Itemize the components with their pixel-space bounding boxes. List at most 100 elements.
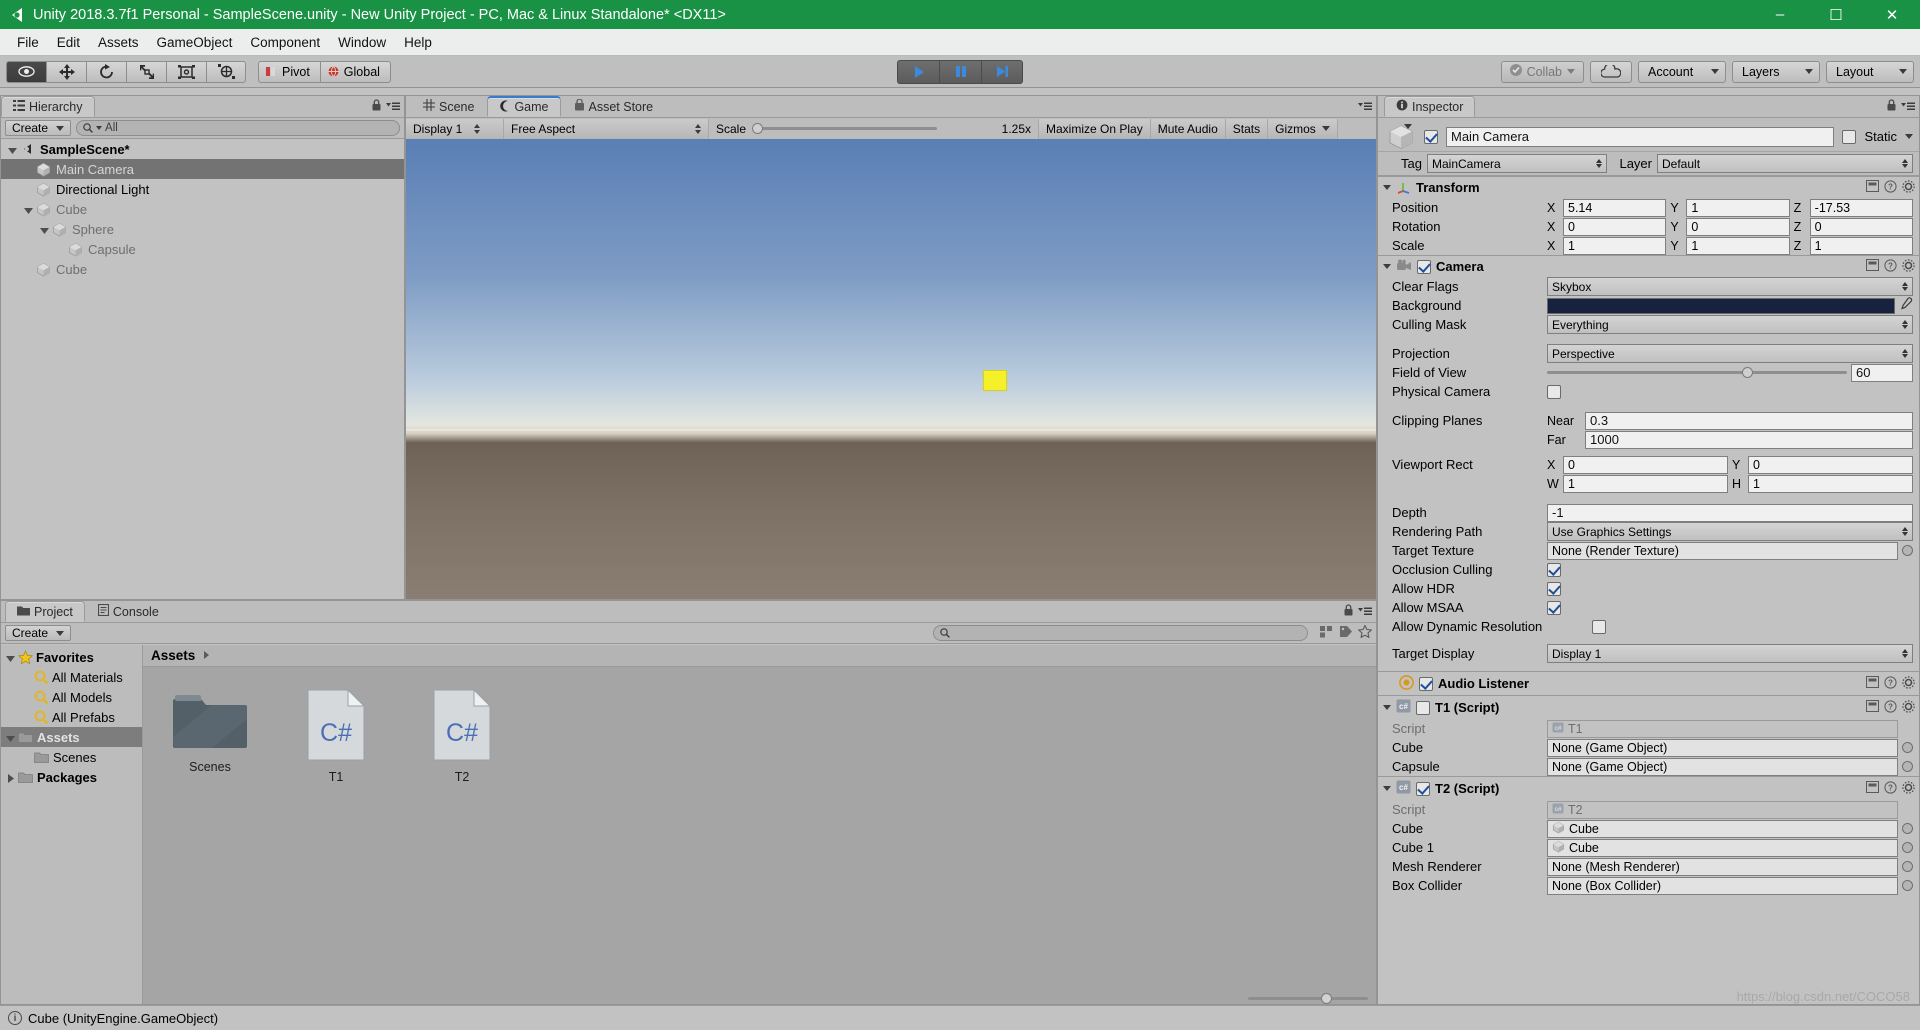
object-picker-icon[interactable] (1902, 861, 1913, 872)
hierarchy-item[interactable]: Directional Light (1, 179, 404, 199)
lock-icon[interactable] (1886, 99, 1897, 114)
axis-x-value[interactable]: 5.14 (1563, 198, 1667, 217)
camera-enabled-checkbox[interactable] (1417, 259, 1431, 274)
prop-target-texture[interactable]: Target Texture None (Render Texture) (1378, 541, 1919, 560)
scale-tool-button[interactable] (126, 60, 166, 83)
thumbnail-zoom-knob[interactable] (1321, 993, 1332, 1004)
panel-menu-icon[interactable] (1358, 604, 1372, 619)
preset-icon[interactable] (1866, 676, 1879, 691)
script-reference-field[interactable]: c# T1 (1547, 719, 1898, 738)
transform-row[interactable]: Scale X 1 Y 1 Z 1 (1378, 236, 1919, 255)
hierarchy-item[interactable]: Main Camera (1, 159, 404, 179)
foldout-icon[interactable] (5, 772, 16, 783)
pause-button[interactable] (939, 59, 981, 84)
prop-allow-dynamic-resolution[interactable]: Allow Dynamic Resolution (1378, 617, 1919, 636)
tab-scene[interactable]: Scene (412, 96, 485, 117)
foldout-icon[interactable] (23, 204, 34, 215)
t2-enabled-checkbox[interactable] (1416, 781, 1430, 796)
projection-dropdown[interactable]: Perspective (1547, 344, 1913, 363)
target-texture-value[interactable]: None (Render Texture) (1547, 541, 1898, 560)
hierarchy-item[interactable]: Sphere (1, 219, 404, 239)
scale-slider-group[interactable]: Scale 1.25x (709, 118, 1039, 139)
axis-x-value[interactable]: 1 (1563, 236, 1667, 255)
layout-dropdown[interactable]: Layout (1826, 60, 1914, 83)
aspect-dropdown[interactable]: Free Aspect (504, 118, 709, 139)
prop-clipping-far[interactable]: Far 1000 (1378, 430, 1919, 449)
project-tree-item[interactable]: Assets (1, 727, 142, 747)
project-tree-item[interactable]: All Materials (1, 667, 142, 687)
object-reference-field[interactable]: None (Game Object) (1547, 738, 1898, 757)
static-checkbox[interactable] (1842, 129, 1857, 144)
transform-header[interactable]: Transform ? (1378, 177, 1919, 198)
tab-inspector[interactable]: Inspector (1384, 96, 1476, 117)
script-field-row[interactable]: Capsule None (Game Object) (1378, 757, 1919, 776)
project-tree-item[interactable]: Packages (1, 767, 142, 787)
culling-mask-dropdown[interactable]: Everything (1547, 315, 1913, 334)
preset-icon[interactable] (1866, 781, 1879, 796)
favorite-star-icon[interactable] (1357, 624, 1373, 641)
occlusion-culling-checkbox[interactable] (1547, 562, 1561, 577)
rotate-tool-button[interactable] (86, 60, 126, 83)
script-field-row[interactable]: Script c# T2 (1378, 800, 1919, 819)
prop-allow-msaa[interactable]: Allow MSAA (1378, 598, 1919, 617)
object-picker-icon[interactable] (1902, 742, 1913, 753)
thumbnail-zoom-slider[interactable] (1248, 993, 1368, 1004)
layers-dropdown[interactable]: Layers (1732, 60, 1820, 83)
background-color-swatch[interactable] (1547, 297, 1895, 314)
help-icon[interactable]: ? (1884, 675, 1897, 692)
axis-x-value[interactable]: 0 (1563, 217, 1667, 236)
audio-listener-header[interactable]: Audio Listener ? (1378, 672, 1919, 695)
transform-tool-button[interactable] (206, 60, 246, 83)
object-reference-field[interactable]: Cube (1547, 838, 1898, 857)
object-reference-field[interactable]: None (Game Object) (1547, 757, 1898, 776)
help-icon[interactable]: ? (1884, 179, 1897, 196)
account-dropdown[interactable]: Account (1638, 60, 1726, 83)
prop-background[interactable]: Background (1378, 296, 1919, 315)
hand-tool-button[interactable] (6, 60, 46, 83)
preset-icon[interactable] (1866, 180, 1879, 195)
gear-icon[interactable] (1902, 258, 1915, 275)
gear-icon[interactable] (1902, 675, 1915, 692)
script-field-row[interactable]: Box Collider None (Box Collider) (1378, 876, 1919, 895)
axis-y-value[interactable]: 1 (1686, 236, 1790, 255)
viewport-w-value[interactable]: 1 (1563, 474, 1728, 493)
menu-file[interactable]: File (8, 32, 48, 53)
allow-msaa-checkbox[interactable] (1547, 600, 1561, 615)
step-button[interactable] (981, 59, 1023, 84)
scale-slider-knob[interactable] (752, 123, 764, 134)
fov-slider-knob[interactable] (1742, 367, 1753, 378)
project-create-button[interactable]: Create (5, 625, 72, 641)
minimize-button[interactable]: – (1752, 0, 1808, 29)
lock-icon[interactable] (371, 99, 382, 114)
axis-y-value[interactable]: 0 (1686, 217, 1790, 236)
prop-viewport-wh[interactable]: W 1 H 1 (1378, 474, 1919, 493)
gear-icon[interactable] (1902, 179, 1915, 196)
menu-edit[interactable]: Edit (48, 32, 89, 53)
hierarchy-item[interactable]: Cube (1, 199, 404, 219)
filter-label-icon[interactable] (1339, 625, 1353, 641)
prop-clear-flags[interactable]: Clear Flags Skybox (1378, 277, 1919, 296)
physical-camera-checkbox[interactable] (1547, 384, 1561, 399)
t2-header[interactable]: c# T2 (Script) ? (1378, 777, 1919, 800)
transform-row[interactable]: Rotation X 0 Y 0 Z 0 (1378, 217, 1919, 236)
menu-help[interactable]: Help (395, 32, 441, 53)
script-reference-field[interactable]: c# T2 (1547, 800, 1898, 819)
project-tree-item[interactable]: All Models (1, 687, 142, 707)
pivot-toggle[interactable]: Pivot (258, 60, 321, 83)
clear-flags-dropdown[interactable]: Skybox (1547, 277, 1913, 296)
play-button[interactable] (897, 59, 939, 84)
asset-item[interactable]: C# T1 (297, 688, 375, 982)
project-tree-item[interactable]: All Prefabs (1, 707, 142, 727)
move-tool-button[interactable] (46, 60, 86, 83)
target-display-dropdown[interactable]: Display 1 (1547, 644, 1913, 663)
foldout-icon[interactable] (1383, 705, 1391, 710)
object-picker-icon[interactable] (1902, 545, 1913, 556)
prop-occlusion-culling[interactable]: Occlusion Culling (1378, 560, 1919, 579)
object-picker-icon[interactable] (1902, 842, 1913, 853)
t1-header[interactable]: c# T1 (Script) ? (1378, 696, 1919, 719)
script-field-row[interactable]: Cube 1 Cube (1378, 838, 1919, 857)
maximize-button[interactable]: ☐ (1808, 0, 1864, 29)
display-dropdown[interactable]: Display 1 (406, 118, 504, 139)
prop-field-of-view[interactable]: Field of View 60 (1378, 363, 1919, 382)
far-value[interactable]: 1000 (1585, 430, 1913, 449)
